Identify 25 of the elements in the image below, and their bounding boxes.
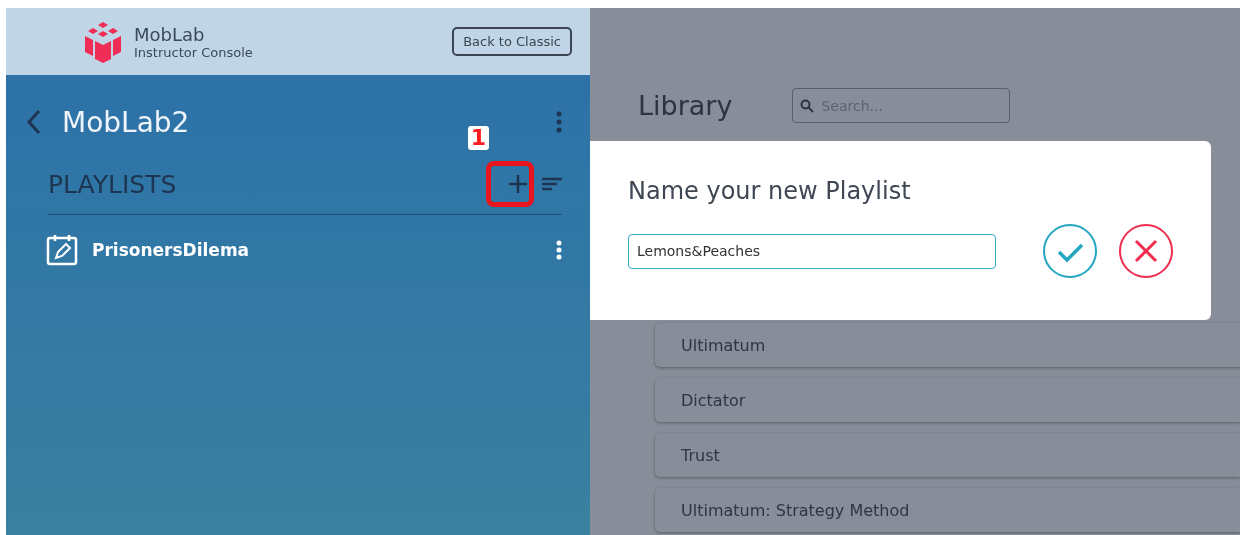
annotation-number: 1 — [467, 126, 489, 151]
playlist-name[interactable]: PrisonersDilema — [92, 240, 542, 260]
course-title: MobLab2 — [62, 105, 190, 139]
brand-subtitle: Instructor Console — [134, 44, 253, 60]
sort-icon[interactable] — [542, 177, 562, 191]
back-chevron-icon[interactable] — [26, 109, 42, 135]
highlight-frame — [486, 161, 534, 207]
section-heading: PLAYLISTS — [48, 169, 178, 199]
game-card[interactable]: Dictator — [655, 378, 1240, 422]
dialog-title: Name your new Playlist — [628, 177, 912, 205]
back-to-classic-button[interactable]: Back to Classic — [452, 27, 572, 56]
search-icon — [800, 99, 815, 113]
brand-name: MobLab — [134, 23, 206, 45]
game-card[interactable]: Ultimatum — [655, 323, 1240, 367]
playlist-name-field[interactable]: Lemons&Peaches — [628, 233, 996, 269]
library-title: Library — [638, 90, 733, 121]
add-icon[interactable] — [508, 174, 528, 194]
calendar-edit-icon — [46, 234, 78, 266]
cancel-icon[interactable] — [1118, 223, 1174, 279]
more-options-icon[interactable] — [556, 240, 562, 260]
game-card[interactable]: Trust — [655, 433, 1240, 477]
more-options-icon[interactable] — [556, 111, 562, 133]
cube-logo-icon — [82, 19, 124, 64]
game-card[interactable]: Ultimatum: Strategy Method — [655, 488, 1240, 532]
confirm-icon[interactable] — [1042, 223, 1098, 279]
